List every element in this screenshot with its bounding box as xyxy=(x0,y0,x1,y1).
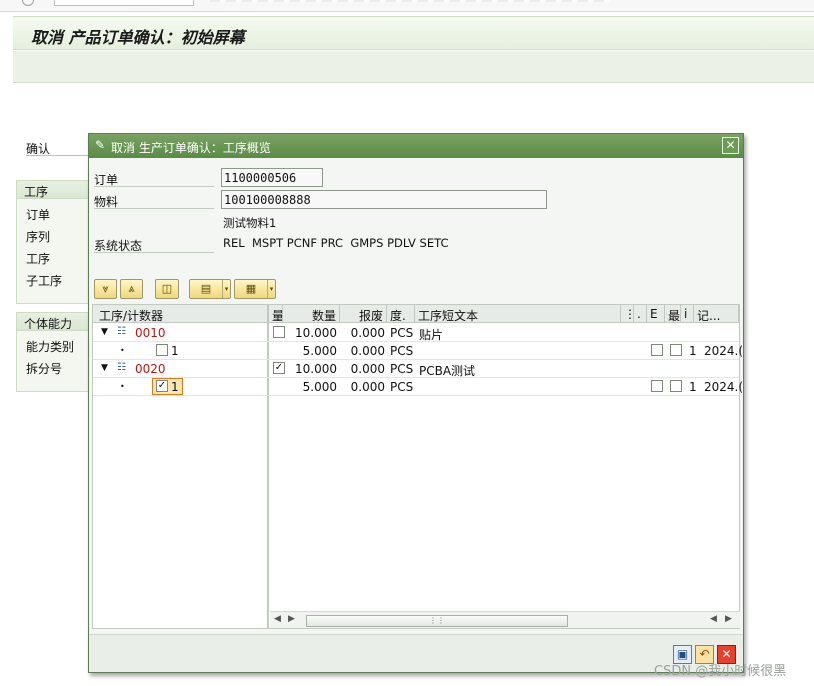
col-scrap[interactable]: 报废 xyxy=(340,305,387,323)
scroll-right-icon[interactable]: ▶ xyxy=(288,614,295,624)
confirm-underline xyxy=(26,155,90,156)
quantity-value: 5.000 xyxy=(302,380,337,394)
operation-text: 贴片 xyxy=(419,328,444,342)
record-date: 2024.( xyxy=(704,344,744,358)
find-icon[interactable]: ◫ xyxy=(155,279,179,299)
unit-value: PCS xyxy=(390,380,414,394)
scrap-value: 0.000 xyxy=(350,344,385,358)
clear-reservation-checkbox[interactable] xyxy=(670,380,682,392)
operation-text: PCBA测试 xyxy=(419,364,476,378)
unit-value: PCS xyxy=(390,326,414,340)
scroll-left-end-icon[interactable]: ◀ xyxy=(710,614,717,624)
table-row[interactable]: • 1 5.000 0.000 PCS 1 2024.( xyxy=(93,342,743,360)
collapse-arrow-icon[interactable]: ▼ xyxy=(101,327,108,337)
col-operation-counter[interactable]: 工序/计数器 xyxy=(93,305,268,323)
leaf-bullet-icon: • xyxy=(120,346,125,355)
layout-icon[interactable]: ▦ ▾ xyxy=(234,279,276,299)
system-status-label: 系统状态 xyxy=(94,237,214,253)
dialog-footer: ▣ ↶ ✕ xyxy=(89,634,743,672)
sub-operation-label: 子工序 xyxy=(26,274,63,288)
operation-tree-table: 工序/计数器 量 数量 报废 度. 工序短文本 ⋮ . E 最 i 记... ▼… xyxy=(92,304,743,629)
operation-node-icon: ☷ xyxy=(117,326,126,337)
order-field[interactable]: 1100000506 xyxy=(221,168,323,187)
sequence-label: 序列 xyxy=(26,230,51,244)
dialog-title-bar: ✎ 取消 生产订单确认：工序概览 ✕ xyxy=(89,134,743,158)
capacity-category-label: 能力类别 xyxy=(26,340,75,354)
screen-title: 取消 产品订单确认：初始屏幕 xyxy=(31,28,245,47)
col-record[interactable]: 记... xyxy=(694,305,739,323)
scroll-thumb[interactable]: ⋮⋮ xyxy=(306,615,568,627)
counter-number: 1 xyxy=(171,380,179,394)
capacity-group-header: 个体能力 xyxy=(17,313,90,331)
collapse-arrow-icon[interactable]: ▼ xyxy=(101,363,108,373)
table-row[interactable]: • ✓ 1 5.000 0.000 PCS 1 2024.( xyxy=(93,378,743,396)
counter-checkbox[interactable] xyxy=(156,344,168,356)
expand-all-icon[interactable]: ⩔ xyxy=(94,279,117,299)
col-e[interactable]: E xyxy=(647,305,665,323)
indicator-value: 1 xyxy=(689,344,697,358)
col-quantity[interactable]: 数量 xyxy=(283,305,340,323)
col-a[interactable]: ⋮ xyxy=(621,305,634,323)
record-date: 2024.( xyxy=(704,380,744,394)
scroll-right-end-icon[interactable]: ▶ xyxy=(725,614,732,624)
unit-value: PCS xyxy=(390,362,414,376)
order-field-label: 订单 xyxy=(94,171,214,187)
operation-node-icon: ☷ xyxy=(117,362,126,373)
dialog-edit-icon: ✎ xyxy=(95,138,106,152)
close-icon[interactable]: ✕ xyxy=(722,137,739,154)
dialog-title: 取消 生产订单确认：工序概览 xyxy=(111,141,271,155)
scrap-value: 0.000 xyxy=(350,380,385,394)
table-row[interactable]: ▼ ☷ 0020 ✓ 10.000 0.000 PCS PCBA测试 xyxy=(93,360,739,378)
system-toolbar-icons xyxy=(210,0,610,2)
quantity-value: 5.000 xyxy=(302,344,337,358)
col-final[interactable]: 最 xyxy=(665,305,681,323)
scroll-left-icon[interactable]: ◀ xyxy=(274,614,281,624)
order-label: 订单 xyxy=(26,208,51,222)
material-field[interactable]: 100100008888 xyxy=(221,190,547,209)
operation-label: 工序 xyxy=(26,252,51,266)
operation-number: 0010 xyxy=(135,326,166,340)
indicator-value: 1 xyxy=(689,380,697,394)
col-operation-text[interactable]: 工序短文本 xyxy=(415,305,621,323)
system-status-value: REL MSPT PCNF PRC GMPS PDLV SETC xyxy=(223,236,449,250)
quantity-value: 10.000 xyxy=(295,362,337,376)
operation-group-header: 工序 xyxy=(17,181,90,199)
scrap-value: 0.000 xyxy=(350,326,385,340)
material-field-label: 物料 xyxy=(94,193,214,209)
scrap-value: 0.000 xyxy=(350,362,385,376)
print-icon[interactable]: ▤ ▾ xyxy=(189,279,231,299)
col-i[interactable]: i xyxy=(681,305,694,323)
final-confirm-checkbox[interactable] xyxy=(651,380,663,392)
table-row[interactable]: ▼ ☷ 0010 10.000 0.000 PCS 贴片 xyxy=(93,324,739,342)
system-toolbar xyxy=(0,0,814,12)
col-qty-flag[interactable]: 量 xyxy=(269,305,283,323)
col-b[interactable]: . xyxy=(634,305,647,323)
final-confirm-checkbox[interactable] xyxy=(651,344,663,356)
collapse-all-icon[interactable]: ⩓ xyxy=(120,279,143,299)
horizontal-scrollbar[interactable]: ◀ ▶ ⋮⋮ ◀ ▶ xyxy=(270,611,740,628)
layout-dropdown-icon[interactable]: ▾ xyxy=(267,280,275,298)
screen-title-bar: 取消 产品订单确认：初始屏幕 xyxy=(13,16,814,50)
operation-number: 0020 xyxy=(135,362,166,376)
command-field[interactable] xyxy=(54,0,194,6)
unit-value: PCS xyxy=(390,344,414,358)
col-unit[interactable]: 度. xyxy=(387,305,415,323)
application-toolbar xyxy=(13,51,814,83)
counter-number: 1 xyxy=(171,344,179,358)
clear-reservation-checkbox[interactable] xyxy=(670,344,682,356)
operation-overview-dialog: ✎ 取消 生产订单确认：工序概览 ✕ 订单 1100000506 物料 1001… xyxy=(88,133,744,673)
leaf-bullet-icon: • xyxy=(120,382,125,391)
watermark: CSDN @我小时候很黑 xyxy=(654,664,787,679)
counter-checkbox[interactable]: ✓ xyxy=(156,380,168,392)
material-description: 测试物料1 xyxy=(223,216,277,230)
split-number-label: 拆分号 xyxy=(26,362,63,376)
print-dropdown-icon[interactable]: ▾ xyxy=(222,280,230,298)
enter-icon[interactable] xyxy=(22,0,34,6)
quantity-value: 10.000 xyxy=(295,326,337,340)
